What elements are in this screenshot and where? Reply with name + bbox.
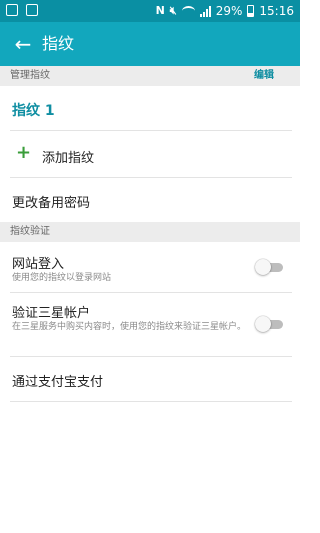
fingerprint-item[interactable]: 指纹 1 [0,88,300,130]
clock: 15:16 [259,4,294,18]
verify-samsung-account-title: 验证三星帐户 [12,306,91,321]
battery-icon [247,5,255,17]
change-backup-password-row[interactable]: 更改备用密码 [0,178,300,222]
web-signin-row[interactable]: 网站登入 使用您的指纹以登录网站 [0,244,300,292]
nfc-icon: N [155,4,165,17]
alipay-row[interactable]: 通过支付宝支付 [0,357,300,401]
page-title: 指纹 [42,34,75,53]
wifi-icon [181,6,195,16]
toggle-thumb [255,259,271,275]
add-icon: + [16,142,32,163]
web-signin-title: 网站登入 [12,257,65,272]
web-signin-toggle[interactable] [255,259,285,275]
section-header-label: 指纹验证 [10,226,50,237]
divider [10,401,292,402]
add-fingerprint-label: 添加指纹 [42,151,95,166]
toggle-thumb [255,316,271,332]
app-notification-icon [26,4,38,16]
mute-icon: 🔇︎ [169,4,177,17]
status-bar-system: N 🔇︎ 29% 15:16 [156,2,294,20]
change-backup-password-label: 更改备用密码 [12,196,91,211]
verify-samsung-account-toggle[interactable] [255,316,285,332]
add-fingerprint-row[interactable]: + 添加指纹 [0,131,300,177]
status-bar: N 🔇︎ 29% 15:16 [0,0,300,22]
fingerprint-name: 指纹 1 [12,103,55,119]
back-arrow-icon[interactable]: ← [10,31,36,57]
section-header-label: 管理指纹 [10,70,50,81]
status-bar-notifications [6,4,38,16]
signal-icon [199,5,211,17]
verify-samsung-account-subtitle: 在三星服务中购买内容时，使用您的指纹来验证三星帐户。 [12,322,247,332]
gallery-notification-icon [6,4,18,16]
alipay-label: 通过支付宝支付 [12,375,104,390]
app-bar: ← 指纹 [0,22,300,66]
manage-fingerprints-header: 管理指纹 编辑 [0,66,300,86]
verify-samsung-account-row[interactable]: 验证三星帐户 在三星服务中购买内容时，使用您的指纹来验证三星帐户。 [0,293,300,355]
edit-button[interactable]: 编辑 [254,66,274,86]
battery-percent: 29% [215,4,243,18]
fingerprint-verification-header: 指纹验证 [0,222,300,242]
web-signin-subtitle: 使用您的指纹以登录网站 [12,273,112,283]
